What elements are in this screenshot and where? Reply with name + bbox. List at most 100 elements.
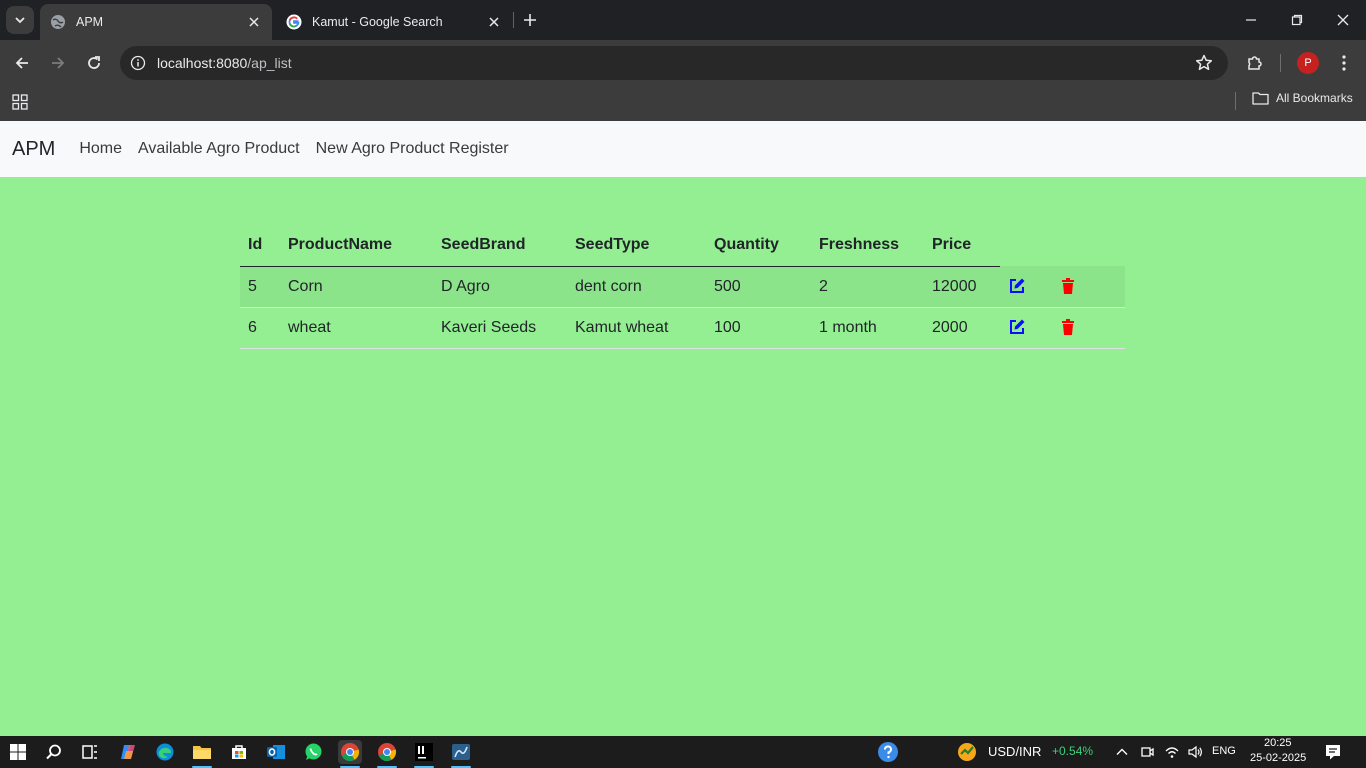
column-header-product-name: ProductName [280,224,433,267]
notifications-icon[interactable] [1321,740,1345,764]
clock-time[interactable]: 20:25 [1264,737,1292,749]
volume-icon[interactable] [1183,740,1207,764]
column-header-freshness: Freshness [811,224,924,267]
edit-icon[interactable] [1008,277,1026,295]
table-row: 6 wheat Kaveri Seeds Kamut wheat 100 1 m… [240,307,1125,349]
web-page: APM Home Available Agro Product New Agro… [0,121,1366,736]
nav-link-home[interactable]: Home [79,140,122,158]
tab-divider [513,12,514,28]
forward-button[interactable] [46,51,70,75]
reload-button[interactable] [82,51,106,75]
help-icon[interactable] [876,740,900,764]
navbar: APM Home Available Agro Product New Agro… [0,121,1366,177]
chevron-down-icon [15,17,25,24]
restore-button[interactable] [1274,0,1320,40]
nav-link-available-products[interactable]: Available Agro Product [138,140,300,158]
wifi-icon[interactable] [1160,740,1184,764]
column-header-delete [1051,224,1125,266]
file-explorer-icon[interactable] [190,740,214,768]
column-header-seed-brand: SeedBrand [433,224,567,267]
all-bookmarks-button[interactable]: All Bookmarks [1252,91,1353,105]
puzzle-icon [1248,56,1262,70]
market-ticker-icon[interactable] [955,740,979,764]
reload-icon [88,56,100,69]
tab-title: Kamut - Google Search [312,15,443,29]
products-table: Id ProductName SeedBrand SeedType Quanti… [240,224,1125,349]
clock-date[interactable]: 25-02-2025 [1250,752,1306,764]
browser-toolbar: localhost:8080/ap_list P [0,40,1366,86]
outlook-icon[interactable] [264,740,288,764]
tab-title: APM [76,15,104,29]
search-icon[interactable] [42,740,66,764]
close-icon [1337,14,1349,26]
whatsapp-icon[interactable] [301,740,325,764]
site-info-icon[interactable] [126,51,150,75]
mysql-workbench-icon[interactable] [449,740,473,768]
table-header-row: Id ProductName SeedBrand SeedType Quanti… [240,224,1125,267]
toolbar-divider [1280,54,1281,72]
restore-icon [1291,14,1303,26]
apps-grid-icon[interactable] [11,93,29,111]
arrow-left-icon [15,57,28,69]
url-path: /ap_list [247,55,292,71]
task-view-icon[interactable] [78,740,102,764]
tab-apm[interactable]: APM [40,4,272,40]
column-header-seed-type: SeedType [567,224,706,267]
cell-seed-brand: Kaveri Seeds [433,307,567,349]
column-header-id: Id [240,224,280,267]
cell-edit [1000,307,1051,349]
browser-menu-button[interactable] [1332,51,1356,75]
new-tab-button[interactable] [520,10,540,30]
start-icon[interactable] [6,740,30,764]
close-tab-icon[interactable] [486,14,502,30]
nav-link-register-product[interactable]: New Agro Product Register [316,140,509,158]
cell-seed-type: Kamut wheat [567,307,706,349]
back-button[interactable] [10,51,34,75]
extensions-button[interactable] [1243,51,1267,75]
chrome-icon[interactable] [375,740,399,768]
cell-freshness: 2 [811,266,924,308]
column-header-quantity: Quantity [706,224,811,267]
profile-avatar[interactable]: P [1297,52,1319,74]
arrow-right-icon [52,57,65,69]
trash-icon[interactable] [1059,318,1077,336]
ticker-change: +0.54% [1052,744,1094,758]
intellij-icon[interactable] [412,740,436,768]
plus-icon [524,14,536,26]
cell-edit [1000,266,1051,308]
bookmarks-divider [1235,92,1236,110]
cell-seed-brand: D Agro [433,266,567,308]
kebab-menu-icon [1342,55,1346,71]
store-icon[interactable] [227,740,251,764]
cell-quantity: 500 [706,266,811,308]
close-window-button[interactable] [1320,0,1366,40]
chrome-icon[interactable] [338,740,362,768]
cell-freshness: 1 month [811,307,924,349]
trash-icon[interactable] [1059,277,1077,295]
address-bar[interactable]: localhost:8080/ap_list [120,46,1228,80]
google-icon [286,14,302,30]
language-indicator[interactable]: ENG [1212,745,1236,757]
browser-tab-strip: APM Kamut - Google Search [0,0,1366,40]
edge-icon[interactable] [153,740,177,764]
windows-taskbar: USD/INR +0.54% ENG 20:25 25-02-2025 [0,736,1366,768]
meet-now-icon[interactable] [1135,740,1159,764]
cell-price: 2000 [924,307,1000,349]
cell-seed-type: dent corn [567,266,706,308]
cell-id: 6 [240,307,280,349]
url-host: localhost:8080 [157,55,248,71]
tab-search-button[interactable] [6,6,34,34]
cell-quantity: 100 [706,307,811,349]
copilot-icon[interactable] [116,740,140,764]
minimize-button[interactable] [1228,0,1274,40]
all-bookmarks-label: All Bookmarks [1276,91,1353,105]
edit-icon[interactable] [1008,318,1026,336]
column-header-edit [1000,224,1051,266]
bookmarks-bar: All Bookmarks [0,86,1366,121]
bookmark-star-icon[interactable] [1194,53,1214,73]
tab-kamut-search[interactable]: Kamut - Google Search [276,4,512,40]
chevron-up-icon[interactable] [1110,740,1134,764]
close-tab-icon[interactable] [246,14,262,30]
navbar-brand[interactable]: APM [12,138,55,161]
url-text: localhost:8080/ap_list [157,55,292,71]
